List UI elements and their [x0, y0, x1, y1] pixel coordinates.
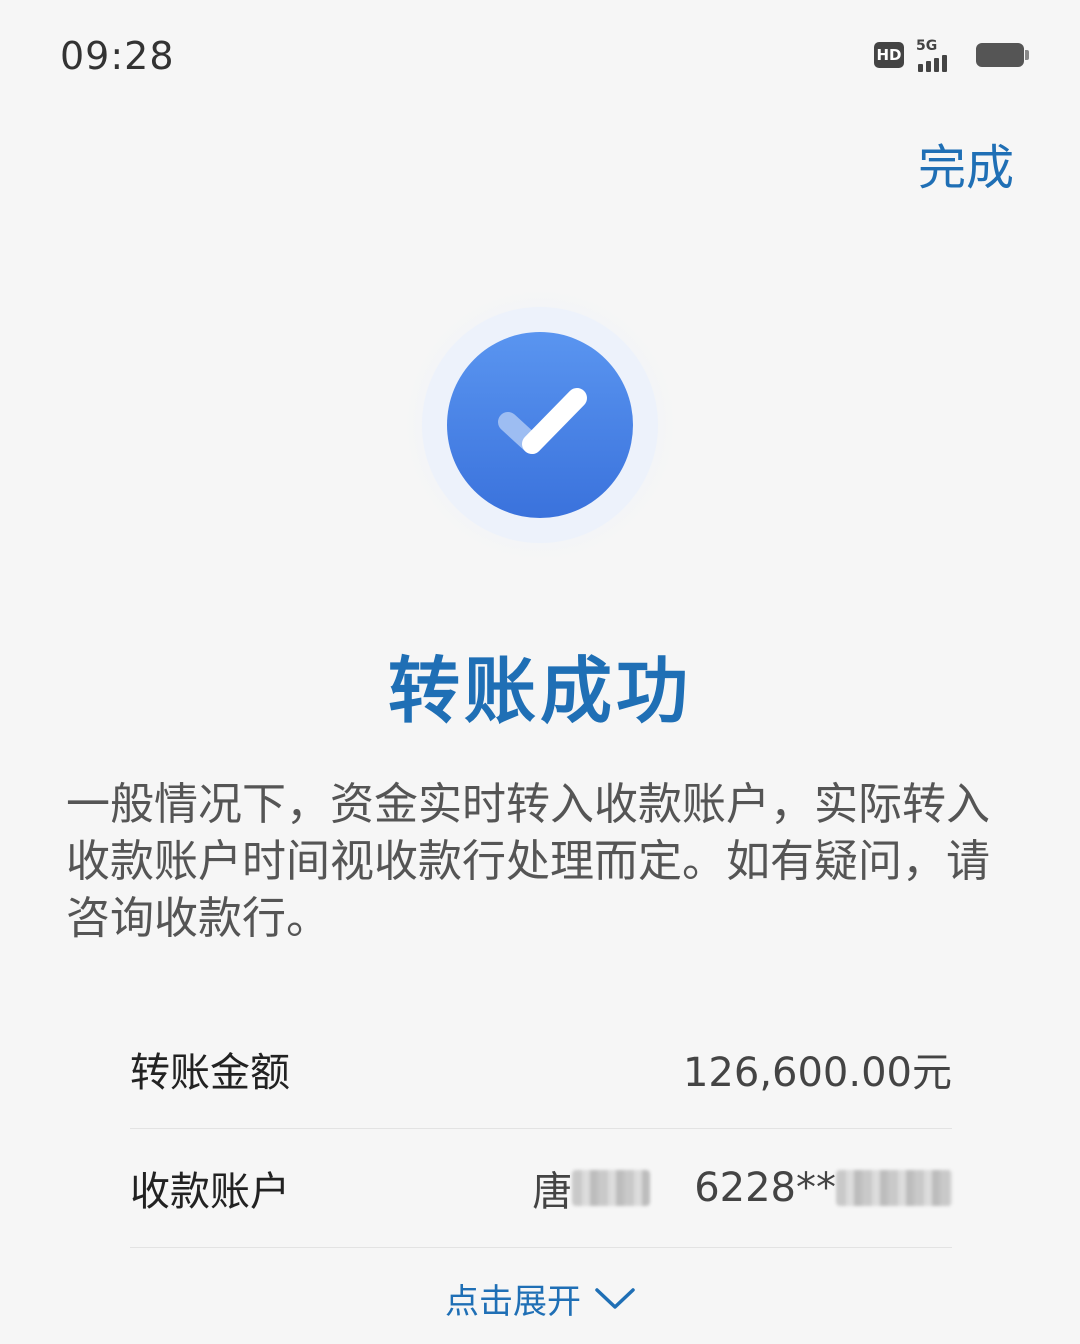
- expand-link[interactable]: 点击展开: [0, 1274, 1080, 1323]
- hd-icon: HD: [874, 42, 904, 68]
- result-title: 转账成功: [387, 649, 692, 733]
- battery-icon: [976, 43, 1029, 67]
- account-value: 唐 6228**: [532, 1159, 952, 1217]
- notice-text: 一般情况下，资金实时转入收款账户，实际转入收款账户时间视收款行处理而定。如有疑问…: [66, 779, 990, 944]
- account-name: 唐: [532, 1159, 651, 1217]
- done-button[interactable]: 完成: [918, 128, 1014, 198]
- transfer-success-screen: 09:28 HD 5G 完成 转账成功 一般情况下，资金实时转入收款账户，实际转…: [0, 0, 1080, 1344]
- signal-5g-icon: 5G: [916, 38, 964, 72]
- network-type: 5G: [916, 38, 938, 54]
- status-time: 09:28: [60, 34, 175, 78]
- expand-label: 点击展开: [445, 1282, 581, 1322]
- chevron-down-icon: [595, 1287, 635, 1309]
- account-number-visible: 6228**: [694, 1165, 836, 1211]
- account-name-visible: 唐: [532, 1169, 573, 1215]
- amount-row: 转账金额 126,600.00元: [130, 1010, 952, 1129]
- account-name-mask: [572, 1170, 651, 1206]
- detail-list: 转账金额 126,600.00元 收款账户 唐 6228**: [130, 1010, 952, 1248]
- account-number-mask: [836, 1170, 952, 1206]
- account-row: 收款账户 唐 6228**: [130, 1129, 952, 1248]
- status-icons: HD 5G: [874, 38, 1029, 72]
- check-circle-icon: [395, 280, 685, 570]
- signal-bars: [918, 55, 947, 72]
- account-label: 收款账户: [130, 1169, 290, 1215]
- status-bar: 09:28 HD 5G: [0, 0, 1080, 110]
- amount-label: 转账金额: [130, 1050, 290, 1096]
- amount-value: 126,600.00元: [682, 1050, 952, 1096]
